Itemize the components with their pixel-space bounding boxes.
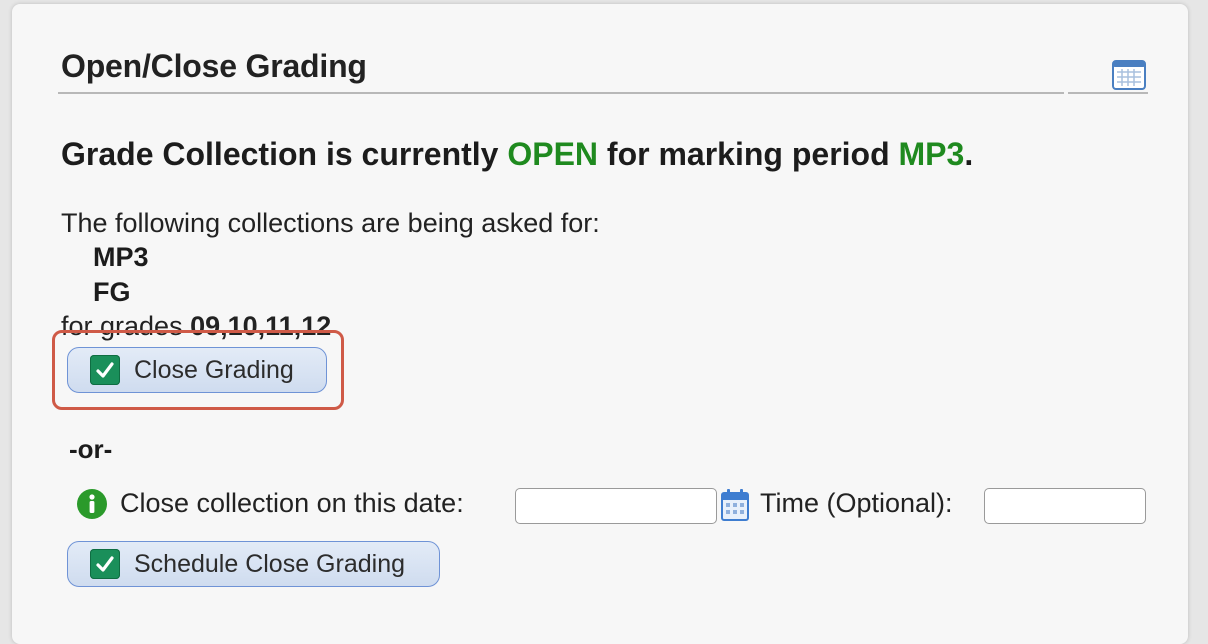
or-separator: -or- — [69, 434, 113, 464]
status-state: OPEN — [507, 136, 599, 172]
time-label: Time (Optional): — [760, 488, 953, 518]
highlight-box — [52, 330, 344, 410]
collection-item: MP3 — [93, 242, 149, 272]
collection-status: Grade Collection is currently OPEN for m… — [61, 136, 973, 173]
status-middle: for marking period — [598, 136, 899, 172]
collections-intro: The following collections are being aske… — [61, 208, 600, 238]
time-input[interactable] — [984, 488, 1146, 524]
title-divider — [58, 92, 1064, 94]
collection-item: FG — [93, 277, 131, 307]
schedule-close-grading-button[interactable]: Schedule Close Grading — [67, 541, 440, 587]
schedule-close-grading-label: Schedule Close Grading — [134, 549, 405, 578]
info-icon — [77, 489, 107, 519]
checkbox-checked-icon — [90, 549, 120, 579]
close-date-input[interactable] — [515, 488, 717, 524]
title-divider-right — [1068, 92, 1148, 94]
calendar-grid-icon[interactable] — [1112, 58, 1146, 90]
status-suffix: . — [964, 136, 974, 172]
status-period: MP3 — [898, 136, 965, 172]
close-date-label: Close collection on this date: — [120, 488, 464, 518]
panel-title: Open/Close Grading — [61, 48, 367, 84]
calendar-picker-icon[interactable] — [720, 488, 750, 522]
status-prefix: Grade Collection is currently — [61, 136, 508, 172]
